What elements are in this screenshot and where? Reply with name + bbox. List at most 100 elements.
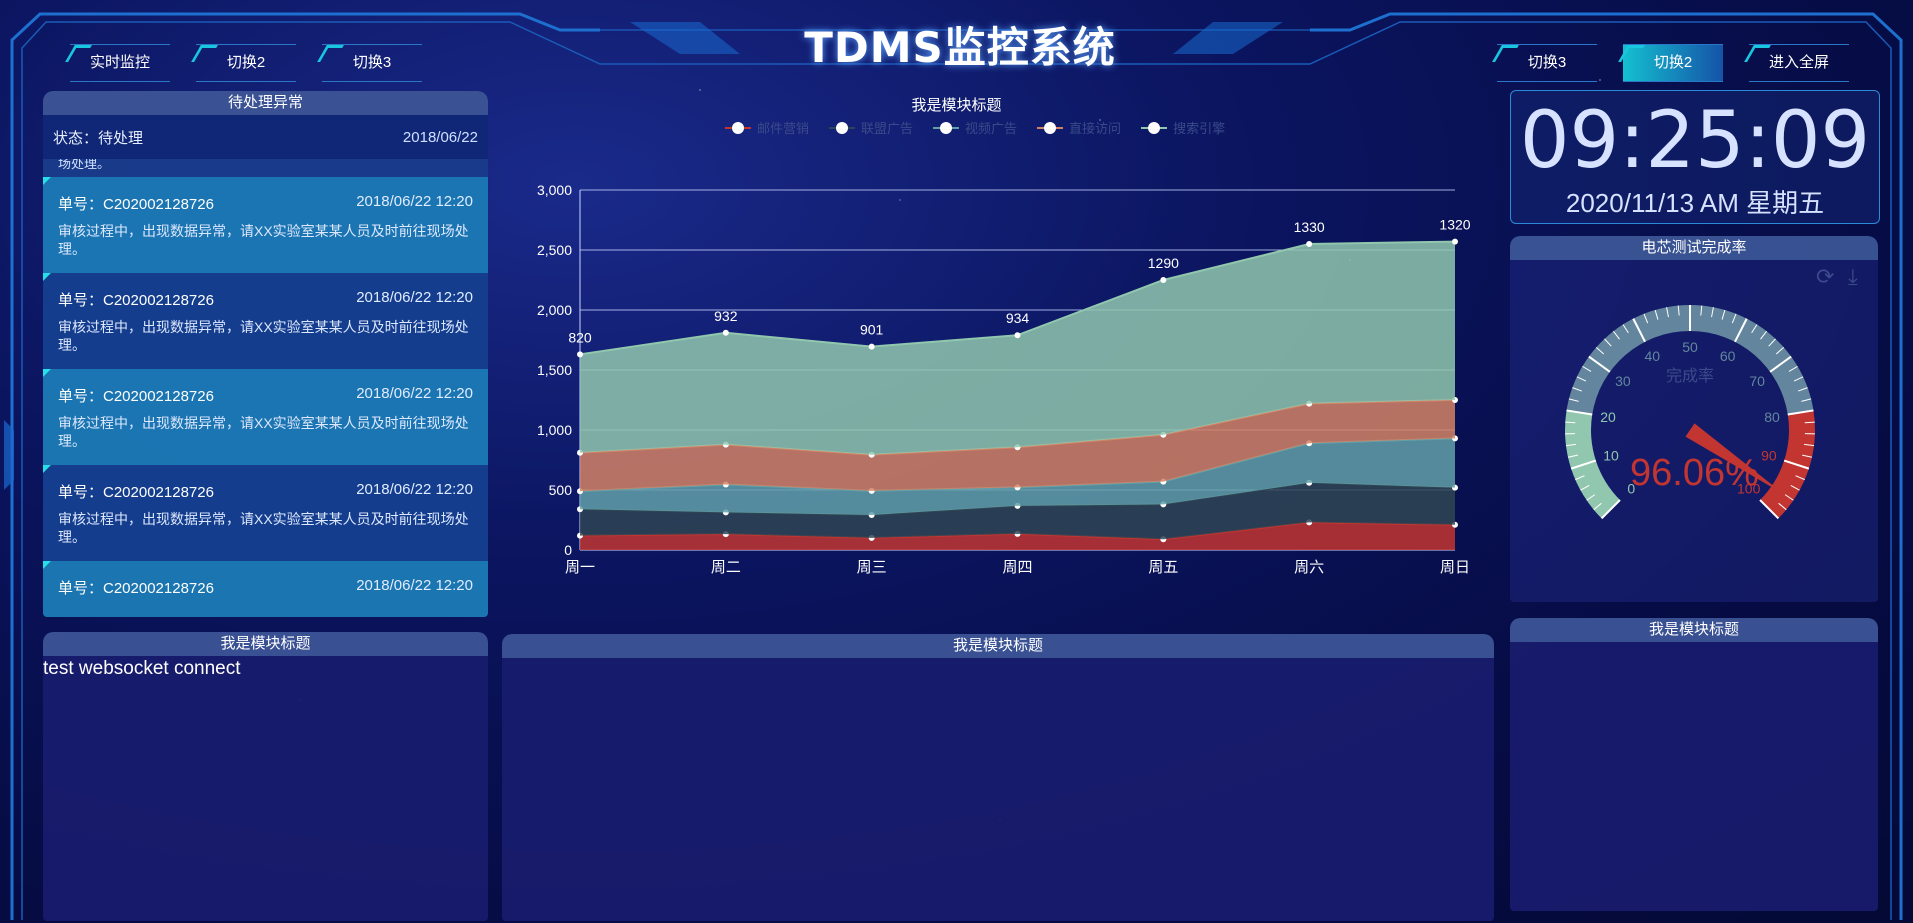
gauge-name: 完成率 [1666,368,1715,385]
legend-swatch [1037,120,1064,135]
alarm-status-date: 2018/06/22 [402,128,478,146]
nav-switch-3[interactable]: 切换3 [322,44,422,82]
alarm-number: 单号：C202002128726 [58,484,214,501]
legend-label: 直接访问 [1069,121,1122,136]
data-label: 901 [860,322,884,338]
alarm-status-label: 状态：待处理 [53,129,144,147]
x-tick-label: 周六 [1294,559,1324,576]
alarm-number: 单号：C202002128726 [58,388,214,405]
alarm-date: 2018/06/22 12:20 [356,481,473,498]
x-tick-label: 周三 [857,559,887,576]
clock-time: 09:25:09 [1519,96,1871,186]
legend-label: 联盟广告 [861,121,914,136]
chart-legend[interactable]: 邮件营销 联盟广告 视频广告 直接访问 搜索引擎 [725,118,1225,137]
gauge-tick-label: 20 [1600,409,1616,425]
data-label: 1330 [1294,219,1325,235]
legend-label: 搜索引擎 [1173,121,1226,136]
bottom-left-title: 我是模块标题 [43,632,488,656]
legend-swatch [829,120,856,135]
alarm-item[interactable]: 单号：C202002128726 2018/06/22 12:20 审核过程中，出… [43,273,488,369]
gauge-tick-label: 90 [1761,448,1777,464]
alarm-number: 单号：C202002128726 [58,292,214,309]
gauge-band [1760,410,1815,519]
data-point [1014,332,1021,339]
x-tick-label: 周四 [1002,559,1032,576]
legend-item[interactable]: 邮件营销 [725,118,809,137]
y-tick-label: 2,500 [537,242,572,258]
alarm-number: 单号：C202002128726 [58,580,214,597]
gauge-tick-label: 40 [1645,348,1661,364]
gauge-value: 96.06% [1630,452,1759,494]
alarm-item[interactable]: 单号：C202002128726 2018/06/22 12:20 审核过程中，出… [43,465,488,561]
legend-item[interactable]: 视频广告 [933,118,1017,137]
gauge-tick [1804,421,1815,424]
data-point [1452,238,1458,245]
x-tick-label: 周一 [565,559,595,576]
alarm-date: 2018/06/22 12:20 [356,577,473,594]
gauge-panel-title: 电芯测试完成率 [1510,236,1878,260]
x-tick-label: 周二 [711,559,741,576]
alarm-description: 审核过程中，出现数据异常，请XX实验室某某人员及时前往现场处理。 [58,415,469,449]
bottom-right-title: 我是模块标题 [1510,618,1878,642]
gauge-tick-label: 30 [1615,373,1631,389]
alarm-number: 单号：C202002128726 [58,196,214,213]
alarm-item[interactable]: 单号：C202002128726 2018/06/22 12:20 审核过程中，出… [43,177,488,273]
alarm-list[interactable]: 状态：待处理 2018/06/22 场处理。 单号：C202002128726 2… [43,115,488,617]
legend-swatch [933,120,960,135]
legend-item[interactable]: 搜索引擎 [1141,118,1225,137]
alarm-description: 审核过程中，出现数据异常，请XX实验室某某人员及时前往现场处理。 [58,319,469,353]
gauge-band [1565,410,1620,519]
clock-date: 2020/11/13 AM 星期五 [1565,188,1825,218]
alarm-cut-text: 场处理。 [43,159,488,177]
y-tick-label: 500 [549,482,573,498]
bottom-center-title: 我是模块标题 [502,634,1494,658]
page-title: TDMS监控系统 [804,23,1116,72]
pending-alarms-panel: 待处理异常 状态：待处理 2018/06/22 场处理。 单号：C2020021… [43,91,488,617]
gauge-chart: 0102030405060708090100 [1565,304,1815,520]
gauge-tick-label: 60 [1720,348,1736,364]
data-point [1160,277,1167,283]
clock-panel: 09:25:09 2020/11/13 AM 星期五 [1510,90,1880,224]
area-chart: 0 500 1,000 1,500 2,000 2,500 3,000 820 932 901 93… [537,182,1471,576]
data-label: 820 [568,329,592,345]
legend-label: 视频广告 [965,121,1018,136]
nav-switch-2[interactable]: 切换2 [196,44,296,82]
bottom-left-panel: 我是模块标题 test websocket connect [43,632,488,921]
alarm-item[interactable]: 单号：C202002128726 2018/06/22 12:20 审核过程中，出… [43,369,488,465]
x-tick-label: 周五 [1148,559,1178,576]
data-label: 932 [714,308,738,324]
y-tick-label: 0 [564,542,572,558]
alarm-date: 2018/06/22 12:20 [356,385,473,402]
data-point [722,329,729,336]
data-point [1306,241,1313,247]
nav-right-switch-2[interactable]: 切换2 [1623,44,1723,82]
legend-item[interactable]: 直接访问 [1037,118,1121,137]
alarm-status-row: 状态：待处理 2018/06/22 [43,115,488,159]
x-tick-label: 周日 [1440,559,1470,576]
alarm-item[interactable]: 单号：C202002128726 2018/06/22 12:20 [43,561,488,617]
data-label: 1320 [1439,217,1470,233]
nav-realtime-monitor[interactable]: 实时监控 [70,44,170,82]
alarm-description: 审核过程中，出现数据异常，请XX实验室某某人员及时前往现场处理。 [58,511,469,545]
bottom-center-panel: 我是模块标题 [502,634,1494,921]
y-tick-label: 2,000 [537,302,572,318]
refresh-icon[interactable]: ⟳ [1816,266,1838,288]
alarm-date: 2018/06/22 12:20 [356,289,473,306]
data-label: 934 [1006,310,1030,326]
legend-swatch [725,120,751,135]
y-tick-label: 3,000 [537,182,572,198]
download-icon[interactable]: ⤓ [1848,266,1870,288]
gauge-tick [1565,421,1576,424]
gauge-tick-label: 50 [1682,339,1698,355]
legend-swatch [1141,120,1168,135]
alarm-description: 审核过程中，出现数据异常，请XX实验室某某人员及时前往现场处理。 [58,223,469,257]
legend-label: 邮件营销 [757,121,810,136]
nav-right-switch-3[interactable]: 切换3 [1497,44,1597,82]
nav-fullscreen[interactable]: 进入全屏 [1749,44,1849,82]
alarm-date: 2018/06/22 12:20 [356,193,473,210]
gauge-tick-label: 80 [1764,409,1780,425]
data-point [577,351,583,358]
legend-item[interactable]: 联盟广告 [829,118,913,137]
gauge-tick-label: 10 [1603,448,1619,464]
bottom-right-panel: 我是模块标题 [1510,618,1878,911]
